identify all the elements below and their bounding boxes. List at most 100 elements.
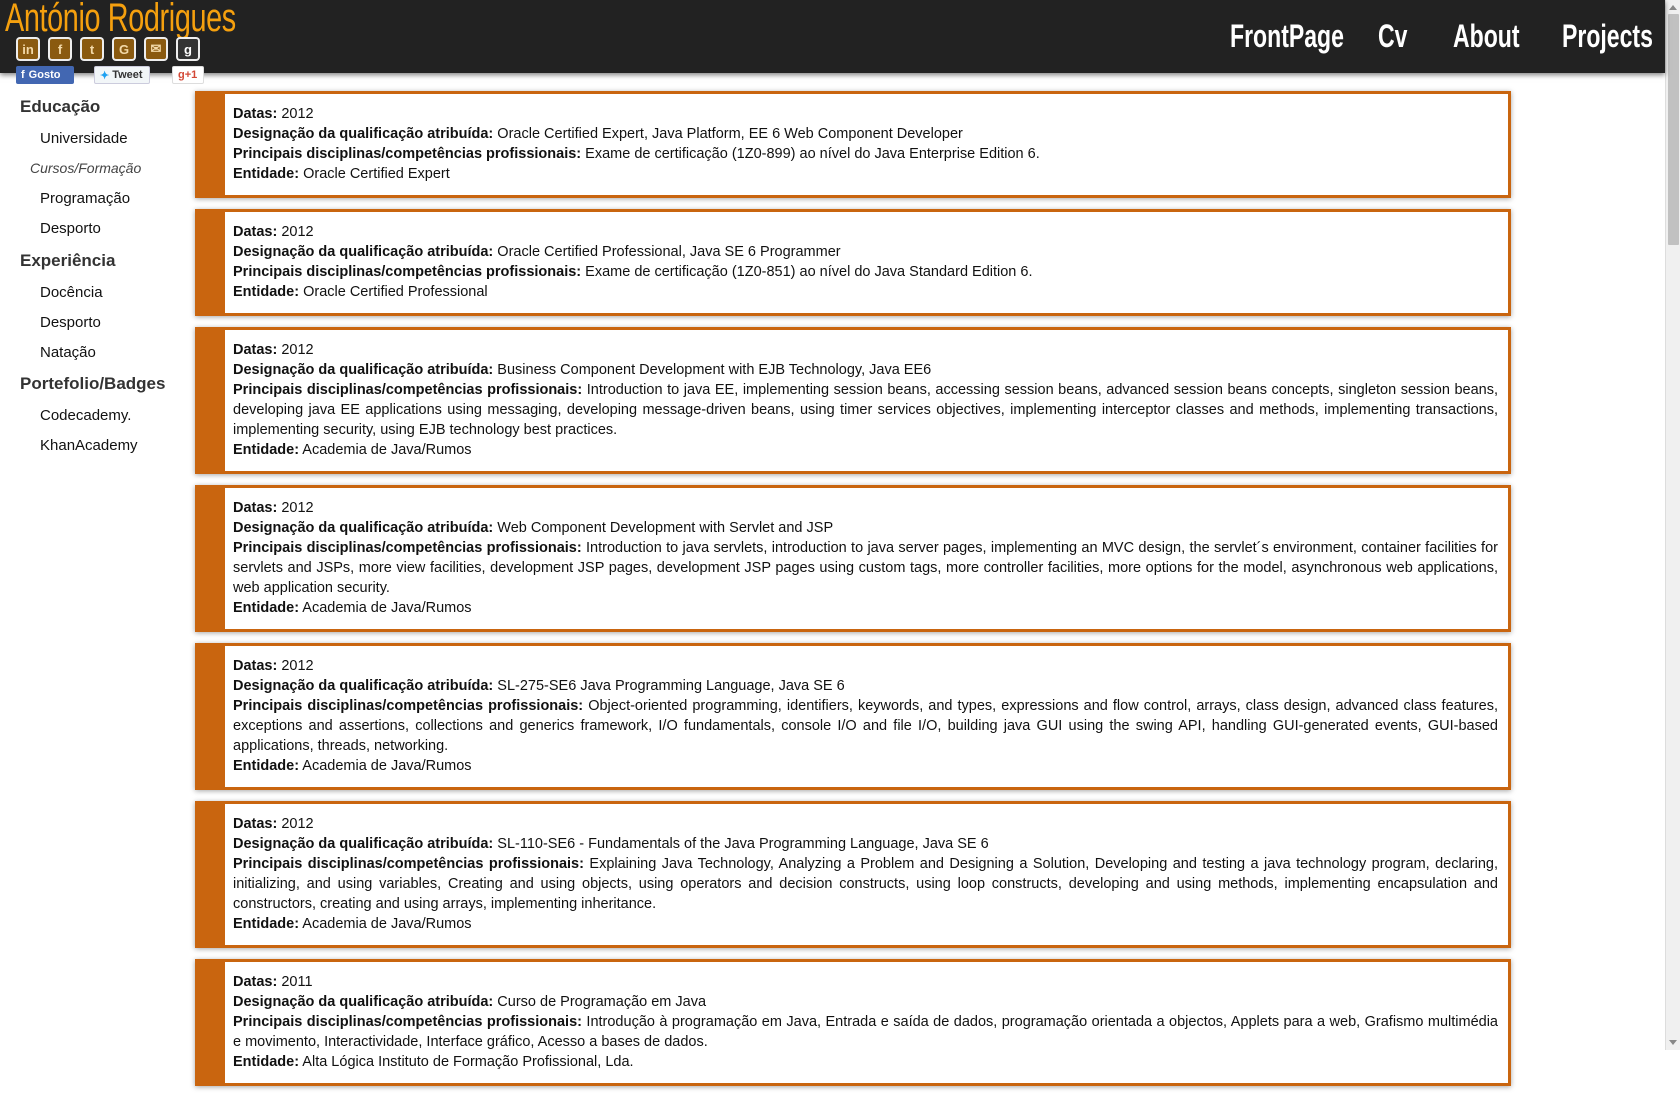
field-value: Web Component Development with Servlet a… — [497, 520, 834, 536]
main-nav: FrontPage Cv About Projects — [0, 18, 1665, 58]
course-card: Datas: 2011 Designação da qualificação at… — [195, 959, 1511, 1086]
course-list: Datas: 2012 Designação da qualificação at… — [195, 91, 1511, 1097]
field-principais: Principais disciplinas/competências prof… — [233, 262, 1498, 282]
nav-frontpage[interactable]: FrontPage — [1230, 18, 1344, 55]
sidebar-item-natacao[interactable]: Natação — [40, 344, 96, 361]
field-entidade: Entidade: Academia de Java/Rumos — [233, 914, 1498, 934]
nav-about[interactable]: About — [1453, 18, 1520, 55]
nav-projects[interactable]: Projects — [1562, 18, 1653, 55]
field-value: Academia de Java/Rumos — [302, 442, 472, 458]
field-value: 2012 — [281, 106, 314, 122]
field-value: 2012 — [281, 342, 314, 358]
field-designacao: Designação da qualificação atribuída: Bu… — [233, 360, 1498, 380]
field-entidade: Entidade: Academia de Java/Rumos — [233, 440, 1498, 460]
field-label: Datas: — [233, 658, 278, 674]
field-label: Entidade: — [233, 758, 300, 774]
header: António Rodrigues in f t G ✉ g FrontPage Cv A… — [0, 0, 1665, 73]
field-value: Academia de Java/Rumos — [302, 600, 472, 616]
field-value: 2012 — [281, 658, 314, 674]
field-principais: Principais disciplinas/competências prof… — [233, 538, 1498, 598]
field-value: Oracle Certified Expert, Java Platform, … — [497, 126, 963, 142]
field-datas: Datas: 2011 — [233, 972, 1498, 992]
field-principais: Principais disciplinas/competências prof… — [233, 696, 1498, 756]
field-label: Datas: — [233, 106, 278, 122]
field-value: Exame de certificação (1Z0-851) ao nível… — [585, 264, 1033, 280]
field-label: Principais disciplinas/competências prof… — [233, 856, 584, 872]
field-entidade: Entidade: Alta Lógica Instituto de Forma… — [233, 1052, 1498, 1072]
field-designacao: Designação da qualificação atribuída: Or… — [233, 242, 1498, 262]
field-label: Entidade: — [233, 600, 300, 616]
google-plus-one-button[interactable]: g+1 — [172, 66, 204, 84]
field-label: Designação da qualificação atribuída: — [233, 244, 494, 260]
twitter-bird-icon: ✦ — [100, 69, 110, 82]
field-designacao: Designação da qualificação atribuída: Cu… — [233, 992, 1498, 1012]
sidebar-heading-educacao[interactable]: Educação — [20, 97, 100, 117]
field-label: Principais disciplinas/competências prof… — [233, 264, 582, 280]
sidebar-heading-experiencia[interactable]: Experiência — [20, 251, 115, 271]
field-principais: Principais disciplinas/competências prof… — [233, 380, 1498, 440]
field-label: Datas: — [233, 224, 278, 240]
sidebar-item-universidade[interactable]: Universidade — [40, 130, 128, 147]
field-datas: Datas: 2012 — [233, 104, 1498, 124]
field-label: Principais disciplinas/competências prof… — [233, 382, 583, 398]
tweet-button[interactable]: ✦ Tweet — [94, 66, 150, 84]
field-entidade: Entidade: Academia de Java/Rumos — [233, 756, 1498, 776]
facebook-like-button[interactable]: f Gosto — [16, 66, 74, 84]
field-label: Principais disciplinas/competências prof… — [233, 1014, 582, 1030]
field-value: Oracle Certified Expert — [303, 166, 450, 182]
field-label: Principais disciplinas/competências prof… — [233, 540, 582, 556]
course-card: Datas: 2012 Designação da qualificação at… — [195, 91, 1511, 198]
field-datas: Datas: 2012 — [233, 222, 1498, 242]
field-label: Designação da qualificação atribuída: — [233, 362, 494, 378]
field-value: 2012 — [281, 224, 314, 240]
field-label: Entidade: — [233, 916, 300, 932]
field-label: Designação da qualificação atribuída: — [233, 836, 494, 852]
field-entidade: Entidade: Oracle Certified Professional — [233, 282, 1498, 302]
course-card: Datas: 2012 Designação da qualificação at… — [195, 643, 1511, 790]
field-label: Designação da qualificação atribuída: — [233, 678, 494, 694]
scrollbar-thumb[interactable] — [1668, 14, 1679, 245]
field-label: Designação da qualificação atribuída: — [233, 994, 494, 1010]
field-principais: Principais disciplinas/competências prof… — [233, 1012, 1498, 1052]
course-card: Datas: 2012 Designação da qualificação at… — [195, 801, 1511, 948]
field-entidade: Entidade: Academia de Java/Rumos — [233, 598, 1498, 618]
field-label: Datas: — [233, 816, 278, 832]
field-designacao: Designação da qualificação atribuída: We… — [233, 518, 1498, 538]
field-principais: Principais disciplinas/competências prof… — [233, 854, 1498, 914]
sidebar-item-desporto-exp[interactable]: Desporto — [40, 314, 101, 331]
field-label: Designação da qualificação atribuída: — [233, 126, 494, 142]
scroll-down-arrow-icon[interactable] — [1669, 1040, 1677, 1045]
sidebar-item-docencia[interactable]: Docência — [40, 284, 103, 301]
sidebar-item-codecademy[interactable]: Codecademy. — [40, 407, 131, 424]
course-card: Datas: 2012 Designação da qualificação at… — [195, 485, 1511, 632]
field-label: Entidade: — [233, 166, 300, 182]
sidebar-item-programacao[interactable]: Programação — [40, 190, 130, 207]
field-value: Curso de Programação em Java — [497, 994, 707, 1010]
field-label: Principais disciplinas/competências prof… — [233, 146, 582, 162]
field-value: Oracle Certified Professional, Java SE 6… — [497, 244, 841, 260]
field-value: Academia de Java/Rumos — [302, 758, 472, 774]
field-label: Entidade: — [233, 284, 300, 300]
field-label: Principais disciplinas/competências prof… — [233, 698, 584, 714]
sidebar-item-desporto[interactable]: Desporto — [40, 220, 101, 237]
field-datas: Datas: 2012 — [233, 656, 1498, 676]
field-label: Designação da qualificação atribuída: — [233, 520, 494, 536]
field-entidade: Entidade: Oracle Certified Expert — [233, 164, 1498, 184]
field-datas: Datas: 2012 — [233, 340, 1498, 360]
field-label: Entidade: — [233, 442, 300, 458]
field-value: SL-275-SE6 Java Programming Language, Ja… — [497, 678, 845, 694]
sidebar-item-khanacademy[interactable]: KhanAcademy — [40, 437, 138, 454]
field-datas: Datas: 2012 — [233, 814, 1498, 834]
scroll-up-arrow-icon[interactable] — [1669, 5, 1677, 10]
field-designacao: Designação da qualificação atribuída: SL… — [233, 834, 1498, 854]
field-value: SL-110-SE6 - Fundamentals of the Java Pr… — [497, 836, 989, 852]
field-value: Exame de certificação (1Z0-899) ao nível… — [585, 146, 1040, 162]
field-value: Oracle Certified Professional — [303, 284, 488, 300]
nav-cv[interactable]: Cv — [1378, 18, 1407, 55]
sidebar-heading-portefolio[interactable]: Portefolio/Badges — [20, 374, 165, 394]
scrollbar[interactable] — [1665, 0, 1680, 1050]
field-label: Datas: — [233, 500, 278, 516]
field-datas: Datas: 2012 — [233, 498, 1498, 518]
field-designacao: Designação da qualificação atribuída: Or… — [233, 124, 1498, 144]
sidebar-item-cursos[interactable]: Cursos/Formação — [30, 160, 141, 176]
